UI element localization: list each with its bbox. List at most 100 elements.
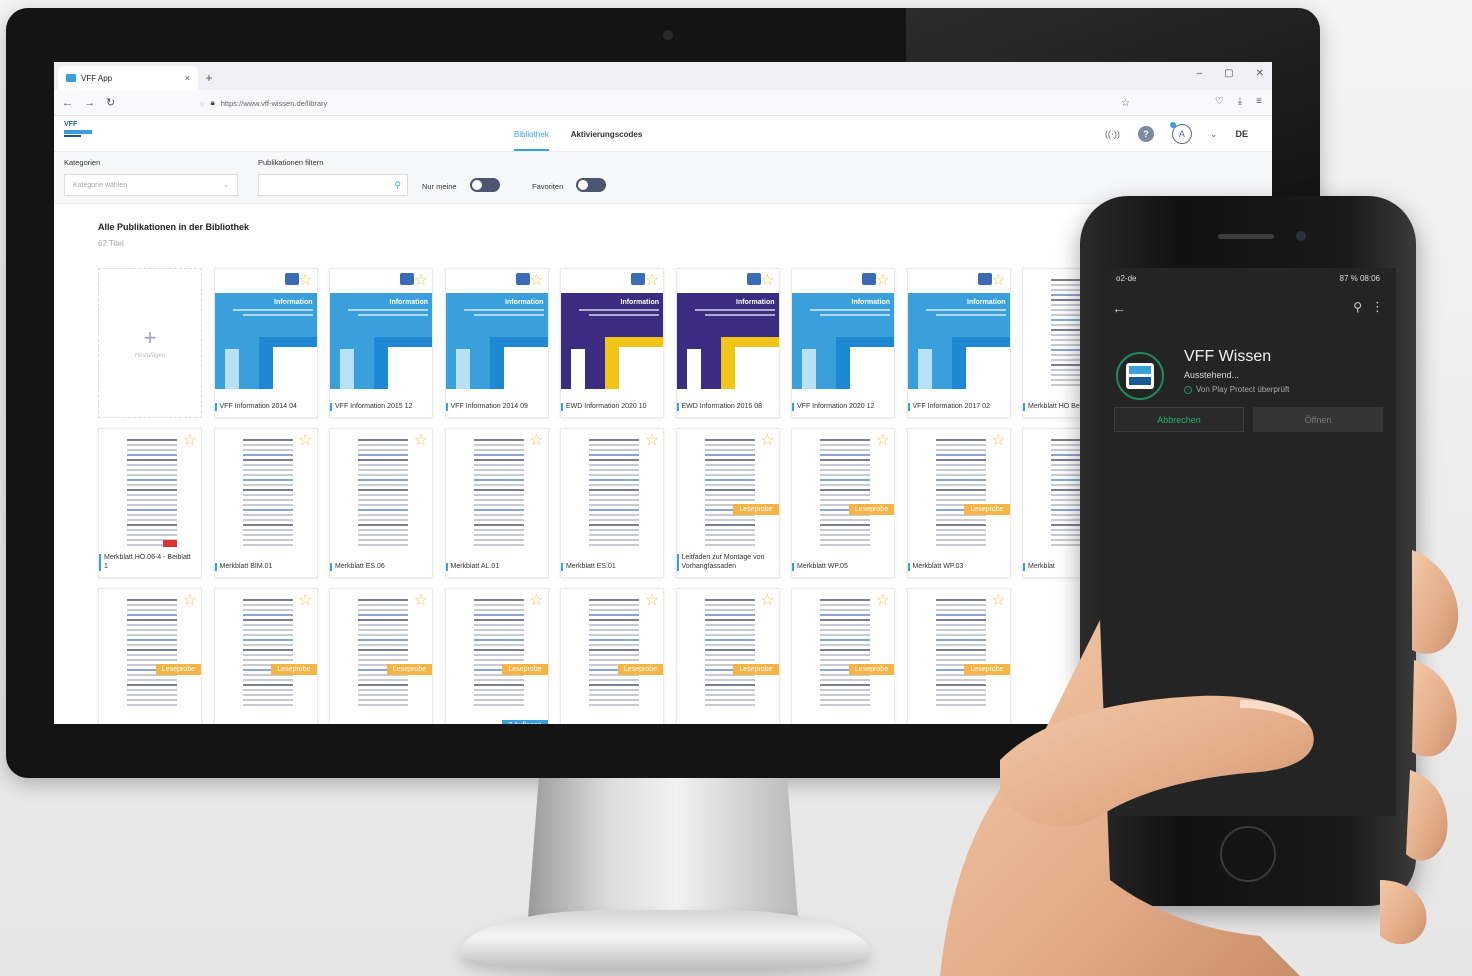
search-input[interactable]: ⚲ bbox=[258, 174, 408, 196]
publication-card[interactable]: ☆ Merkblatt ES.01 bbox=[560, 428, 664, 578]
chevron-down-icon[interactable]: ⌄ bbox=[1210, 129, 1218, 140]
publication-card[interactable]: Leseprobe ☆ Merkblatt WP.03 bbox=[906, 428, 1011, 578]
favorite-star-icon[interactable]: ☆ bbox=[645, 433, 659, 449]
search-icon[interactable]: ⚲ bbox=[394, 180, 401, 191]
add-publication-card[interactable]: + Hinzufügen bbox=[98, 268, 202, 418]
card-title: Merkblatt WP.05 bbox=[792, 562, 884, 571]
favorite-star-icon[interactable]: ☆ bbox=[529, 273, 543, 289]
cover-block bbox=[503, 347, 548, 389]
cover-block bbox=[734, 347, 779, 389]
favorite-star-icon[interactable]: ☆ bbox=[991, 433, 1005, 449]
favorite-star-icon[interactable]: ☆ bbox=[298, 273, 312, 289]
cover-image: Information bbox=[330, 293, 432, 389]
publication-card[interactable]: Leseprobe ☆ bbox=[791, 588, 895, 724]
help-icon[interactable]: ? bbox=[1137, 126, 1154, 142]
favorite-star-icon[interactable]: ☆ bbox=[991, 273, 1005, 289]
favorite-star-icon[interactable]: ☆ bbox=[183, 433, 197, 449]
cover-subtitle-line bbox=[232, 309, 313, 311]
cover-block bbox=[619, 347, 663, 389]
maximize-button[interactable]: ▢ bbox=[1224, 68, 1233, 79]
tab-bibliothek[interactable]: Bibliothek bbox=[514, 118, 549, 151]
publication-card[interactable]: ☆ Merkblatt HO.06-4 - Beiblatt 1 bbox=[98, 428, 202, 578]
publication-card[interactable]: ☆ Merkblatt ES.06 bbox=[329, 428, 433, 578]
cover-block bbox=[224, 349, 239, 389]
publication-card[interactable]: Information ☆ VFF Information 2014 04 bbox=[213, 268, 318, 418]
cancel-button[interactable]: Abbrechen bbox=[1114, 407, 1244, 432]
publication-card[interactable]: Leseprobe ☆ bbox=[560, 588, 664, 724]
publication-card[interactable]: Information ☆ VFF Information 2020 12 bbox=[791, 268, 895, 418]
publication-card[interactable]: Information ☆ VFF Information 2015 12 bbox=[329, 268, 433, 418]
download-icon[interactable]: ⤓ bbox=[1238, 96, 1242, 107]
favorite-star-icon[interactable]: ☆ bbox=[529, 433, 543, 449]
favorite-star-icon[interactable]: ☆ bbox=[414, 593, 428, 609]
favorite-star-icon[interactable]: ☆ bbox=[760, 593, 774, 609]
card-title: Merkblatt HO.06-4 - Beiblatt 1 bbox=[99, 554, 191, 571]
minimize-button[interactable]: – bbox=[1197, 68, 1203, 79]
publication-card[interactable]: Leseprobe ☆ Merkblatt WP.05 bbox=[791, 428, 895, 578]
app-name: VFF Wissen bbox=[1184, 348, 1272, 365]
favorite-star-icon[interactable]: ☆ bbox=[876, 273, 890, 289]
shield-icon[interactable]: ◌ bbox=[200, 99, 204, 108]
user-avatar-icon[interactable]: A bbox=[1169, 122, 1192, 144]
lock-icon[interactable]: 🔒︎ bbox=[210, 98, 214, 108]
favorite-star-icon[interactable]: ☆ bbox=[414, 273, 428, 289]
filter-bar: Kategorien Kategorie wählen ⌄ Publikatio… bbox=[54, 152, 1272, 204]
tab-aktivierungscodes[interactable]: Aktivierungscodes bbox=[571, 130, 643, 139]
favorite-star-icon[interactable]: ☆ bbox=[991, 593, 1005, 609]
broadcast-icon[interactable]: ((·)) bbox=[1105, 129, 1120, 139]
address-bar[interactable]: ◌ 🔒︎ https://www.vff-wissen.de/library ☆ bbox=[200, 94, 1130, 112]
vff-logo[interactable]: VFF bbox=[64, 121, 92, 145]
favorite-star-icon[interactable]: ☆ bbox=[876, 433, 890, 449]
publication-card[interactable]: Leseprobe ☆ bbox=[675, 588, 780, 724]
publication-card[interactable]: Information ☆ VFF Information 2014 09 bbox=[444, 268, 549, 418]
publication-card[interactable]: Leseprobe ☆ bbox=[329, 588, 433, 724]
tab-close-icon[interactable]: × bbox=[185, 73, 190, 83]
publication-card[interactable]: Leseprobe ☆ bbox=[213, 588, 318, 724]
new-tab-button[interactable]: + bbox=[198, 66, 220, 90]
search-icon[interactable]: ⚲ bbox=[1353, 300, 1362, 314]
more-options-icon[interactable]: ⋮ bbox=[1371, 299, 1384, 315]
card-title: Merkblatt WP.03 bbox=[907, 562, 1000, 571]
publication-card[interactable]: Leseprobe ☆ Leitfaden zur Montage von Vorh… bbox=[675, 428, 780, 578]
close-window-button[interactable]: ✕ bbox=[1256, 68, 1264, 79]
reload-icon[interactable]: ↻ bbox=[106, 96, 128, 109]
favorite-star-icon[interactable]: ☆ bbox=[760, 433, 774, 449]
cover-block bbox=[388, 347, 432, 389]
auflagen-badge: 2 Auflagen bbox=[502, 720, 548, 724]
favorite-star-icon[interactable]: ☆ bbox=[414, 433, 428, 449]
favorite-star-icon[interactable]: ☆ bbox=[298, 593, 312, 609]
vff-badge-icon bbox=[862, 273, 876, 285]
favorite-star-icon[interactable]: ☆ bbox=[529, 593, 543, 609]
favorite-star-icon[interactable]: ☆ bbox=[645, 273, 659, 289]
open-button[interactable]: Öffnen bbox=[1253, 407, 1383, 432]
publication-card[interactable]: ☆ Merkblatt BIM.01 bbox=[213, 428, 318, 578]
publication-card[interactable]: ☆ Merkblatt AL.01 bbox=[444, 428, 549, 578]
toggle-favorites[interactable] bbox=[576, 178, 606, 192]
publication-card[interactable]: Information ☆ EWD Information 2016 08 bbox=[675, 268, 780, 418]
toggle-mine[interactable] bbox=[470, 178, 500, 192]
home-button[interactable] bbox=[1220, 826, 1276, 882]
favorite-star-icon[interactable]: ☆ bbox=[876, 593, 890, 609]
language-selector[interactable]: DE bbox=[1235, 129, 1248, 139]
toggle-mine-label: Nur meine bbox=[422, 182, 457, 191]
publication-card[interactable]: Information ☆ VFF Information 2017 02 bbox=[906, 268, 1011, 418]
favorite-star-icon[interactable]: ☆ bbox=[760, 273, 774, 289]
back-icon[interactable]: ← bbox=[62, 97, 84, 109]
publication-card[interactable]: Leseprobe ☆ bbox=[98, 588, 202, 724]
publication-card[interactable]: Leseprobe ☆ bbox=[906, 588, 1011, 724]
category-select[interactable]: Kategorie wählen ⌄ bbox=[64, 174, 238, 196]
forward-icon[interactable]: → bbox=[84, 97, 106, 109]
bookmark-star-icon[interactable]: ☆ bbox=[1121, 98, 1130, 109]
favorite-star-icon[interactable]: ☆ bbox=[183, 593, 197, 609]
chevron-down-icon: ⌄ bbox=[223, 182, 229, 189]
publication-card[interactable]: Leseprobe 2 Auflagen ☆ bbox=[444, 588, 549, 724]
menu-icon[interactable]: ≡ bbox=[1256, 96, 1262, 107]
back-arrow-icon[interactable]: ← bbox=[1112, 300, 1126, 316]
favorite-star-icon[interactable]: ☆ bbox=[645, 593, 659, 609]
publication-card[interactable]: Information ☆ EWD Information 2020 10 bbox=[560, 268, 664, 418]
pocket-icon[interactable]: ♡ bbox=[1215, 96, 1224, 107]
leseprobe-badge: Leseprobe bbox=[733, 504, 779, 515]
browser-tab[interactable]: VFF App × bbox=[58, 66, 198, 90]
cover-subtitle-line bbox=[463, 309, 544, 311]
favorite-star-icon[interactable]: ☆ bbox=[298, 433, 312, 449]
